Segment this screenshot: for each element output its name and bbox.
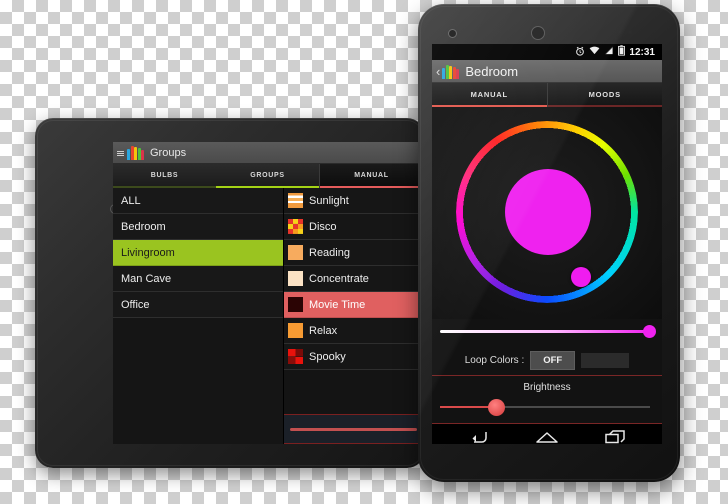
saturation-slider[interactable] [432, 319, 662, 345]
color-wheel-knob[interactable] [571, 267, 591, 287]
phone-navigation-bar [432, 424, 662, 444]
mood-swatch-icon [288, 271, 303, 286]
signal-icon [604, 46, 614, 58]
hue-bulb-icon [442, 64, 460, 79]
mood-swatch-icon [288, 323, 303, 338]
list-item[interactable]: Concentrate [284, 266, 423, 292]
tab-bulbs[interactable]: BULBS [113, 164, 216, 188]
brightness-knob[interactable] [488, 399, 505, 416]
list-item[interactable]: Relax [284, 318, 423, 344]
mood-swatch-icon [288, 193, 303, 208]
battery-icon [618, 45, 626, 59]
tablet-action-bar: Groups [113, 142, 423, 164]
mood-swatch-icon [288, 297, 303, 312]
tab-moods[interactable]: MOODS [547, 83, 662, 107]
tablet-screen: Groups BULBS GROUPS MANUAL ALL Bedroom L… [113, 142, 423, 444]
wifi-icon [589, 46, 600, 58]
saturation-knob[interactable] [643, 325, 656, 338]
saturation-track [440, 330, 650, 333]
mood-label: Sunlight [309, 194, 349, 207]
tab-manual[interactable]: MANUAL [320, 164, 423, 188]
list-item[interactable]: Disco [284, 214, 423, 240]
tablet-tab-bar: BULBS GROUPS MANUAL [113, 164, 423, 188]
phone-front-camera [448, 29, 457, 38]
mood-swatch-icon [288, 349, 303, 364]
alarm-icon [575, 46, 585, 59]
phone-action-bar: ‹ Bedroom [432, 60, 662, 83]
tablet-content: ALL Bedroom Livingroom Man Cave Office S… [113, 188, 423, 444]
mood-swatch-icon [288, 219, 303, 234]
moods-list: Sunlight Disco Reading Concentrate Movie… [284, 188, 423, 444]
mood-label: Movie Time [309, 298, 366, 311]
brightness-slider[interactable] [432, 397, 662, 417]
mood-swatch-icon [288, 245, 303, 260]
phone-earpiece [531, 26, 545, 40]
groups-list: ALL Bedroom Livingroom Man Cave Office [113, 188, 284, 444]
loop-colors-toggle[interactable]: OFF [530, 350, 576, 370]
phone-tab-bar: MANUAL MOODS [432, 83, 662, 107]
tab-groups[interactable]: GROUPS [216, 164, 319, 188]
loop-colors-track[interactable] [581, 352, 630, 368]
loop-colors-label: Loop Colors : [464, 354, 525, 366]
list-item-selected[interactable]: Movie Time [284, 292, 423, 318]
color-picker-area [432, 107, 662, 319]
brightness-section: Brightness [432, 376, 662, 424]
list-item[interactable]: Bedroom [113, 214, 283, 240]
list-item[interactable]: ALL [113, 188, 283, 214]
tablet-bottom-slider[interactable] [284, 414, 423, 444]
mood-label: Reading [309, 246, 350, 259]
tab-manual[interactable]: MANUAL [432, 83, 547, 107]
brightness-label: Brightness [523, 382, 571, 393]
home-icon[interactable] [536, 430, 558, 445]
loop-colors-row: Loop Colors : OFF [432, 345, 662, 376]
hamburger-icon[interactable] [117, 150, 124, 156]
mood-label: Disco [309, 220, 337, 233]
mood-label: Concentrate [309, 272, 369, 285]
list-item[interactable]: Sunlight [284, 188, 423, 214]
selected-color-preview [505, 169, 591, 255]
phone-title: Bedroom [465, 64, 519, 79]
clock-label: 12:31 [629, 46, 655, 58]
list-item-selected[interactable]: Livingroom [113, 240, 283, 266]
phone-sensor-2 [628, 30, 632, 34]
hue-bulb-icon [127, 146, 144, 160]
list-item[interactable]: Spooky [284, 344, 423, 370]
mood-label: Spooky [309, 350, 346, 363]
list-item[interactable]: Office [113, 292, 283, 318]
tablet-title: Groups [150, 147, 187, 159]
phone-screen: 12:31 ‹ Bedroom MANUAL MOODS Loop Colors… [432, 44, 662, 444]
mood-label: Relax [309, 324, 338, 337]
tablet-device: Groups BULBS GROUPS MANUAL ALL Bedroom L… [35, 118, 425, 468]
back-icon[interactable] [469, 430, 489, 445]
status-bar: 12:31 [432, 44, 662, 60]
phone-sensor [618, 30, 622, 34]
recents-icon[interactable] [604, 429, 625, 445]
back-chevron-icon[interactable]: ‹ [436, 65, 440, 78]
list-item[interactable]: Man Cave [113, 266, 283, 292]
list-item[interactable]: Reading [284, 240, 423, 266]
phone-device: 12:31 ‹ Bedroom MANUAL MOODS Loop Colors… [418, 4, 680, 482]
